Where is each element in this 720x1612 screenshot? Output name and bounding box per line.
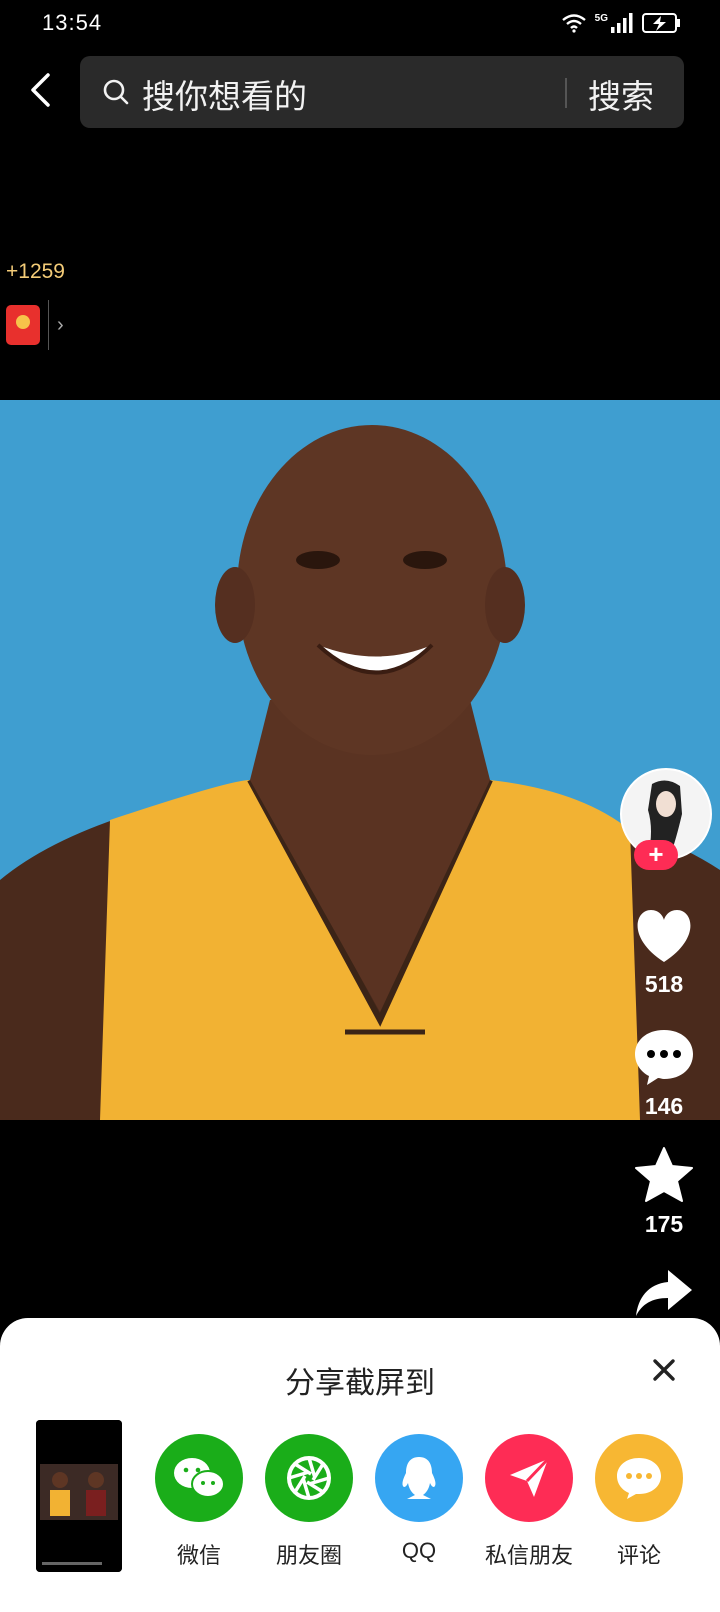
share-arrow-icon xyxy=(636,1270,692,1316)
back-button[interactable] xyxy=(20,68,60,112)
search-input[interactable]: 搜你想看的 搜索 xyxy=(80,56,684,128)
red-packet-widget[interactable]: › xyxy=(6,300,64,350)
like-button[interactable]: 518 xyxy=(620,908,708,998)
like-count: 518 xyxy=(644,971,684,997)
signal-icon xyxy=(611,13,633,33)
screenshot-preview-image xyxy=(36,1420,122,1572)
favorite-count: 175 xyxy=(644,1211,684,1237)
video-frame-image xyxy=(0,400,720,1120)
qq-icon xyxy=(375,1434,463,1522)
red-packet-icon xyxy=(6,305,40,345)
comment-bubble-icon xyxy=(635,1030,693,1085)
share-label: 朋友圈 xyxy=(275,1543,342,1568)
heart-icon xyxy=(637,910,691,962)
close-icon xyxy=(653,1359,675,1381)
star-icon xyxy=(635,1147,693,1202)
wifi-icon xyxy=(561,14,586,33)
comment-icon xyxy=(595,1434,683,1522)
share-qq[interactable]: QQ xyxy=(364,1434,474,1564)
share-sheet: 分享截屏到 微信 朋友圈 QQ 私信朋友 评论 xyxy=(0,1318,720,1612)
screenshot-thumbnail[interactable] xyxy=(36,1420,122,1572)
share-button[interactable] xyxy=(620,1268,708,1323)
close-button[interactable] xyxy=(652,1358,676,1387)
network-label: 5G xyxy=(594,12,608,24)
share-label: 私信朋友 xyxy=(484,1543,573,1568)
back-arrow-icon xyxy=(31,73,50,107)
video-player[interactable] xyxy=(0,400,720,1120)
share-label: QQ xyxy=(401,1538,437,1563)
moments-icon xyxy=(265,1434,353,1522)
search-divider xyxy=(565,78,567,108)
wechat-icon xyxy=(155,1434,243,1522)
reward-count: +1259 xyxy=(6,260,65,283)
share-private-message[interactable]: 私信朋友 xyxy=(474,1434,584,1570)
status-icons: 5G xyxy=(561,12,682,34)
comment-count: 146 xyxy=(644,1093,684,1119)
battery-charging-icon xyxy=(642,13,680,33)
share-sheet-title: 分享截屏到 xyxy=(285,1367,435,1400)
share-comment[interactable]: 评论 xyxy=(584,1434,694,1570)
red-packet-divider xyxy=(48,300,49,350)
share-wechat[interactable]: 微信 xyxy=(144,1434,254,1570)
chevron-right-icon: › xyxy=(57,313,64,336)
favorite-button[interactable]: 175 xyxy=(620,1146,708,1238)
status-time: 13:54 xyxy=(42,10,103,35)
share-label: 微信 xyxy=(176,1543,221,1568)
status-bar: 13:54 5G xyxy=(0,0,720,48)
search-button[interactable]: 搜索 xyxy=(588,70,654,118)
comment-button[interactable]: 146 xyxy=(620,1028,708,1120)
follow-button[interactable]: + xyxy=(634,840,678,870)
share-label: 评论 xyxy=(616,1543,661,1568)
search-placeholder: 搜你想看的 xyxy=(142,78,307,115)
send-icon xyxy=(485,1434,573,1522)
search-icon xyxy=(103,79,129,105)
top-bar: 搜你想看的 搜索 xyxy=(0,54,720,130)
share-moments[interactable]: 朋友圈 xyxy=(254,1434,364,1570)
